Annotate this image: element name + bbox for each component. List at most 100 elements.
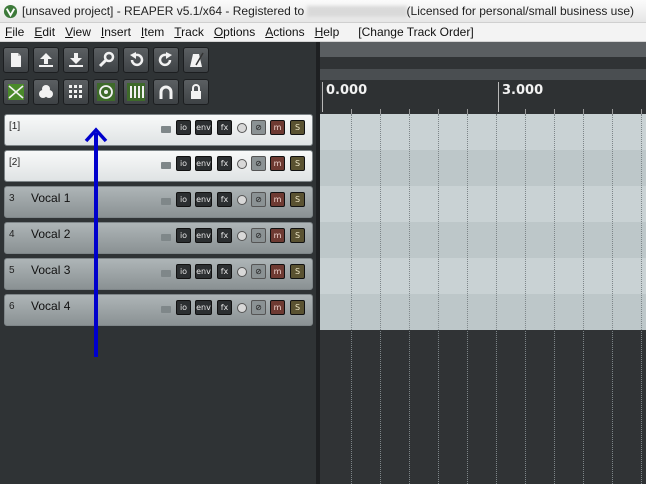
- ruler-time-label: 0.000: [326, 83, 368, 98]
- menu-item-file[interactable]: File: [0, 25, 29, 39]
- fx-button[interactable]: fx: [217, 192, 232, 207]
- record-arm-button[interactable]: [237, 267, 247, 277]
- menu-label: dit: [42, 25, 56, 39]
- mute-button[interactable]: m: [270, 120, 285, 135]
- phase-invert-icon[interactable]: ⊘: [251, 120, 266, 135]
- menu-item-insert[interactable]: Insert: [96, 25, 136, 39]
- track-lane[interactable]: [320, 114, 646, 150]
- snap-button[interactable]: [93, 79, 119, 105]
- menu-item-options[interactable]: Options: [209, 25, 260, 39]
- menu-item-track[interactable]: Track: [169, 25, 209, 39]
- project-settings-button[interactable]: [93, 47, 119, 73]
- grid-line: [380, 114, 381, 484]
- track-row[interactable]: 4 Vocal 2 io env fx ⊘ m S: [4, 222, 313, 254]
- io-button[interactable]: io: [176, 156, 191, 171]
- envelope-button[interactable]: env: [195, 264, 212, 279]
- arrange-scroll-bar[interactable]: [320, 69, 646, 80]
- fx-button[interactable]: fx: [217, 228, 232, 243]
- record-arm-button[interactable]: [237, 123, 247, 133]
- new-project-button[interactable]: [3, 47, 29, 73]
- track-lane[interactable]: [320, 186, 646, 222]
- fx-button[interactable]: fx: [217, 156, 232, 171]
- track-lane[interactable]: [320, 150, 646, 186]
- redo-icon: [158, 52, 172, 67]
- auto-crossfade-icon: [8, 84, 24, 100]
- menu-item-edit[interactable]: Edit: [29, 25, 60, 39]
- phase-invert-icon[interactable]: ⊘: [251, 228, 266, 243]
- track-lane[interactable]: [320, 222, 646, 258]
- menu-item-help[interactable]: Help: [310, 25, 345, 39]
- record-arm-button[interactable]: [237, 159, 247, 169]
- track-name[interactable]: Vocal 3: [31, 263, 70, 277]
- track-row[interactable]: 6 Vocal 4 io env fx ⊘ m S: [4, 294, 313, 326]
- redo-button[interactable]: [153, 47, 179, 73]
- envelope-button[interactable]: env: [195, 192, 212, 207]
- fx-button[interactable]: fx: [217, 264, 232, 279]
- envelope-button[interactable]: env: [195, 120, 212, 135]
- solo-button[interactable]: S: [290, 192, 305, 207]
- lock-button[interactable]: [183, 79, 209, 105]
- save-project-icon: [69, 53, 83, 67]
- folder-icon[interactable]: [161, 126, 171, 133]
- track-row[interactable]: 3 Vocal 1 io env fx ⊘ m S: [4, 186, 313, 218]
- track-row[interactable]: [1] io env fx ⊘ m S: [4, 114, 313, 146]
- mute-button[interactable]: m: [270, 300, 285, 315]
- undo-button[interactable]: [123, 47, 149, 73]
- folder-icon[interactable]: [161, 198, 171, 205]
- solo-button[interactable]: S: [290, 300, 305, 315]
- folder-icon[interactable]: [161, 270, 171, 277]
- timeline-ruler[interactable]: 0.000 3.000: [320, 80, 646, 114]
- record-arm-button[interactable]: [237, 303, 247, 313]
- mute-button[interactable]: m: [270, 156, 285, 171]
- track-name[interactable]: Vocal 4: [31, 299, 70, 313]
- envelope-button[interactable]: env: [195, 228, 212, 243]
- track-grouping-button[interactable]: [123, 79, 149, 105]
- phase-invert-icon[interactable]: ⊘: [251, 264, 266, 279]
- track-lane[interactable]: [320, 294, 646, 330]
- envelope-button[interactable]: env: [195, 300, 212, 315]
- track-row[interactable]: [2] io env fx ⊘ m S: [4, 150, 313, 182]
- grid-button[interactable]: [63, 79, 89, 105]
- track-row[interactable]: 5 Vocal 3 io env fx ⊘ m S: [4, 258, 313, 290]
- reaper-app-icon[interactable]: [3, 4, 18, 19]
- phase-invert-icon[interactable]: ⊘: [251, 300, 266, 315]
- mute-button[interactable]: m: [270, 228, 285, 243]
- auto-crossfade-button[interactable]: [3, 79, 29, 105]
- io-button[interactable]: io: [176, 228, 191, 243]
- record-arm-button[interactable]: [237, 231, 247, 241]
- track-lane[interactable]: [320, 258, 646, 294]
- grid-line: [525, 114, 526, 484]
- folder-icon[interactable]: [161, 162, 171, 169]
- save-project-button[interactable]: [63, 47, 89, 73]
- envelope-button[interactable]: env: [195, 156, 212, 171]
- track-name[interactable]: Vocal 2: [31, 227, 70, 241]
- mute-button[interactable]: m: [270, 192, 285, 207]
- menu-item-change-track-order[interactable]: [Change Track Order]: [358, 25, 473, 39]
- menu-item-actions[interactable]: Actions: [260, 25, 309, 39]
- open-project-button[interactable]: [33, 47, 59, 73]
- menu-item-item[interactable]: Item: [136, 25, 169, 39]
- menu-item-view[interactable]: View: [60, 25, 96, 39]
- metronome-button[interactable]: [183, 47, 209, 73]
- io-button[interactable]: io: [176, 300, 191, 315]
- io-button[interactable]: io: [176, 120, 191, 135]
- folder-icon[interactable]: [161, 234, 171, 241]
- record-arm-button[interactable]: [237, 195, 247, 205]
- ripple-edit-button[interactable]: [33, 79, 59, 105]
- solo-button[interactable]: S: [290, 264, 305, 279]
- mute-button[interactable]: m: [270, 264, 285, 279]
- locking-button[interactable]: [153, 79, 179, 105]
- arrange-view[interactable]: 0.000 3.000: [320, 42, 646, 484]
- phase-invert-icon[interactable]: ⊘: [251, 192, 266, 207]
- fx-button[interactable]: fx: [217, 300, 232, 315]
- solo-button[interactable]: S: [290, 120, 305, 135]
- folder-icon[interactable]: [161, 306, 171, 313]
- io-button[interactable]: io: [176, 264, 191, 279]
- solo-button[interactable]: S: [290, 156, 305, 171]
- io-button[interactable]: io: [176, 192, 191, 207]
- phase-invert-icon[interactable]: ⊘: [251, 156, 266, 171]
- track-name[interactable]: Vocal 1: [31, 191, 70, 205]
- fx-button[interactable]: fx: [217, 120, 232, 135]
- window-title: [unsaved project] - REAPER v5.1/x64 - Re…: [22, 4, 305, 18]
- solo-button[interactable]: S: [290, 228, 305, 243]
